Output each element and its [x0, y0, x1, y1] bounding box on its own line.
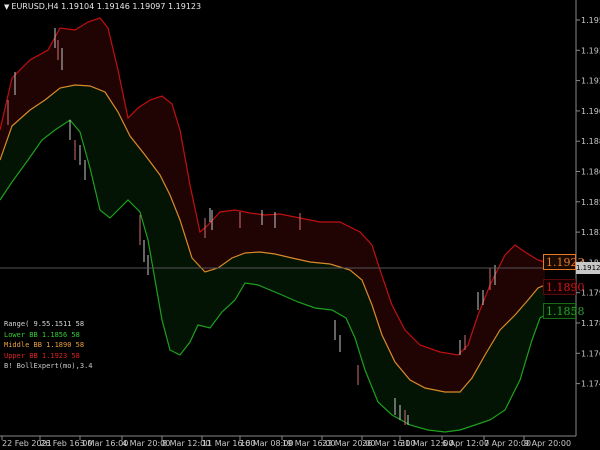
indicator-legend: Range( 9.55.1511 58 Lower BB 1.1856 58 M…: [4, 319, 93, 372]
price-tick-label: 1.17645: [581, 349, 600, 358]
price-axis: 1.19570 1.19395 1.19220 1.19045 1.18870 1.186…: [576, 16, 600, 389]
chart-canvas[interactable]: 1.19570 1.19395 1.19220 1.19045 1.18870 1.186…: [0, 0, 600, 450]
price-tick-label: 1.19395: [581, 46, 600, 55]
price-tick-label: 1.18345: [581, 228, 600, 237]
price-tick-label: 1.18520: [581, 198, 600, 207]
current-price-marker: 1.19123: [576, 262, 600, 274]
legend-range: Range( 9.55.1511 58: [4, 320, 85, 328]
legend-upper-bb: Upper BB 1.1923 58: [4, 351, 80, 360]
price-tick-label: 1.17470: [581, 380, 600, 389]
time-axis: 22 Feb 202126 Feb 16:003 Mar 16:004 Mar …: [1, 436, 571, 448]
price-tick-label: 1.19220: [581, 77, 600, 86]
legend-indicator-name: B! BollExpert(mo),3.4: [4, 362, 93, 370]
time-tick-label: 6 Apr 12:00: [442, 439, 489, 448]
legend-lower-bb: Lower BB 1.1856 58: [4, 330, 80, 339]
lower-band-price-tag: 1.1858: [543, 303, 585, 319]
upper-band-price-tag: 1.1923: [543, 254, 585, 270]
triangle-down-icon[interactable]: ▼: [4, 3, 9, 11]
price-tick-label: 1.18695: [581, 168, 600, 177]
time-tick-label: 9 Apr 20:00: [524, 439, 571, 448]
price-tick-label: 1.19570: [581, 16, 600, 25]
middle-band-price-tag: 1.1890: [543, 279, 585, 295]
price-tick-label: 1.17820: [581, 319, 600, 328]
price-tick-label: 1.19045: [581, 107, 600, 116]
chart-header: ▼ EURUSD,H4 1.19104 1.19146 1.19097 1.191…: [4, 2, 201, 11]
legend-middle-bb: Middle BB 1.1890 58: [4, 341, 85, 349]
symbol-info: EURUSD,H4 1.19104 1.19146 1.19097 1.1912…: [11, 2, 202, 11]
chart-window[interactable]: 1.19570 1.19395 1.19220 1.19045 1.18870 1.186…: [0, 0, 600, 450]
price-tick-label: 1.18870: [581, 137, 600, 146]
